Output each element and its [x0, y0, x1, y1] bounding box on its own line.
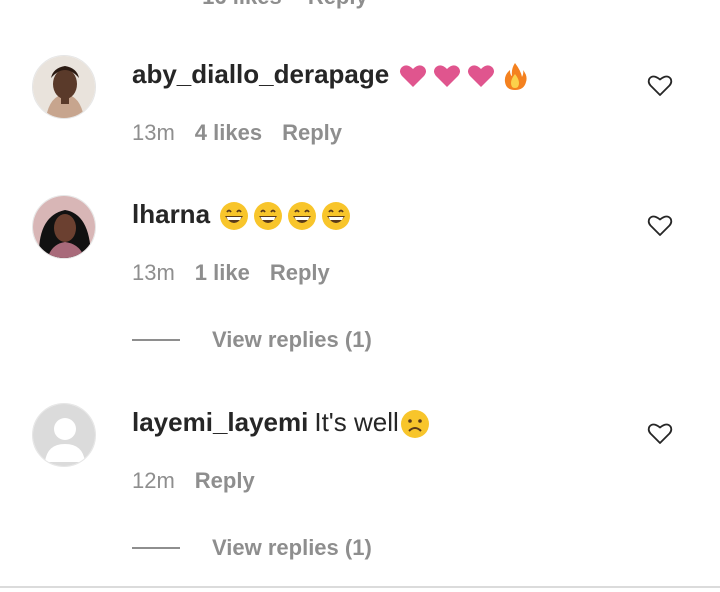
comment-likes[interactable]: 1 like — [195, 260, 250, 285]
comment-body: It's well — [314, 407, 399, 437]
comment-time: 13m — [132, 260, 175, 285]
sad-emoji — [399, 408, 431, 440]
fire-emoji — [499, 60, 531, 92]
reply-button[interactable]: Reply — [195, 468, 255, 493]
comment-username[interactable]: layemi_layemi — [132, 407, 308, 437]
comment-meta: 13m 1 like Reply — [132, 259, 330, 287]
comment-meta: 12m Reply — [132, 467, 255, 495]
bottom-divider — [0, 586, 720, 588]
comment-time: 12m — [132, 468, 175, 493]
comment-text: layemi_layemi It's well — [132, 404, 431, 440]
previous-comment-reply-button[interactable]: Reply — [308, 0, 368, 9]
default-avatar-icon[interactable] — [32, 403, 96, 467]
avatar[interactable] — [32, 195, 96, 259]
heart-emoji — [397, 60, 429, 92]
emoji-group — [397, 60, 531, 92]
comment-username[interactable]: lharna — [132, 199, 210, 229]
like-heart-icon[interactable] — [647, 73, 673, 97]
divider-line — [132, 547, 180, 549]
heart-emoji — [465, 60, 497, 92]
emoji-group — [399, 408, 431, 440]
comment-likes[interactable]: 4 likes — [195, 120, 262, 145]
reply-button[interactable]: Reply — [282, 120, 342, 145]
like-heart-icon[interactable] — [647, 213, 673, 237]
emoji-group — [218, 200, 352, 232]
comment-time: 13m — [132, 120, 175, 145]
comment-text: aby_diallo_derapage — [132, 56, 531, 92]
grinning-emoji — [218, 200, 250, 232]
previous-comment-likes[interactable]: 16 likes — [202, 0, 282, 9]
view-replies-button[interactable]: View replies (1) — [132, 326, 372, 354]
grinning-emoji — [320, 200, 352, 232]
view-replies-button[interactable]: View replies (1) — [132, 534, 372, 562]
avatar[interactable] — [32, 55, 96, 119]
comment-username[interactable]: aby_diallo_derapage — [132, 59, 389, 89]
view-replies-label[interactable]: View replies (1) — [212, 535, 372, 561]
grinning-emoji — [252, 200, 284, 232]
comment-meta: 13m 4 likes Reply — [132, 119, 342, 147]
comment-text: lharna — [132, 196, 352, 232]
grinning-emoji — [286, 200, 318, 232]
previous-comment-meta: 13m 16 likes Reply — [132, 0, 388, 9]
view-replies-label[interactable]: View replies (1) — [212, 327, 372, 353]
divider-line — [132, 339, 180, 341]
like-heart-icon[interactable] — [647, 421, 673, 445]
heart-emoji — [431, 60, 463, 92]
reply-button[interactable]: Reply — [270, 260, 330, 285]
